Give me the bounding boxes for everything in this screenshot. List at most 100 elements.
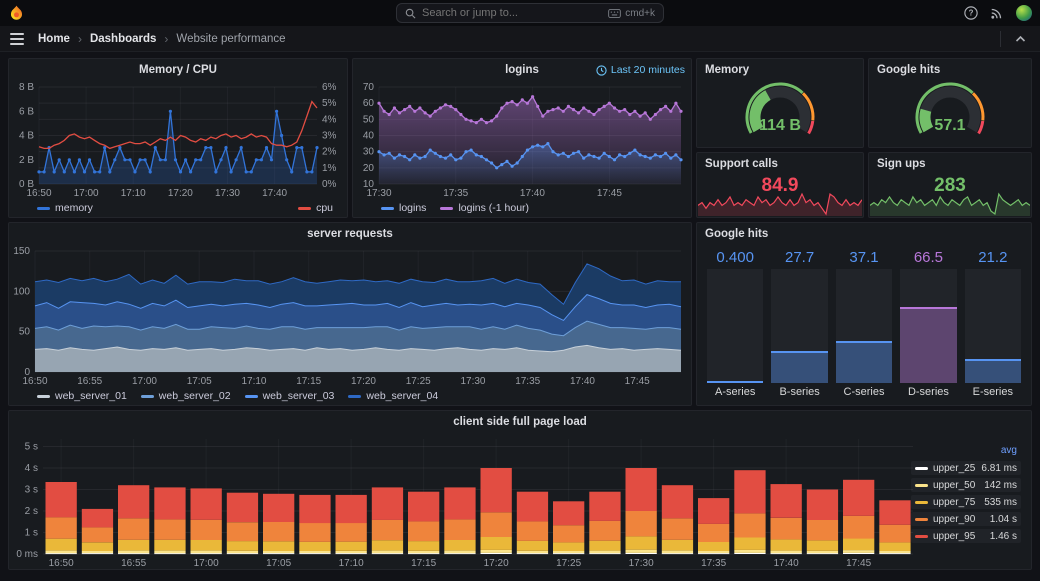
legend-item[interactable]: web_server_02 [140, 390, 231, 402]
svg-text:150: 150 [13, 246, 30, 257]
legend-item[interactable]: cpu [298, 202, 333, 214]
legend-item[interactable]: logins (-1 hour) [440, 202, 529, 214]
bar-gauge-value: 66.5 [913, 248, 944, 266]
bar-gauge-label: C-series [843, 386, 885, 398]
bar-gauge-track [900, 269, 957, 383]
legend-label: logins (-1 hour) [458, 202, 530, 214]
svg-text:2%: 2% [322, 147, 337, 158]
grafana-logo-icon[interactable] [9, 5, 24, 21]
legend-swatch [915, 483, 928, 487]
panel-title-logins[interactable]: logins Last 20 minutes [353, 59, 691, 81]
legend-label: web_server_02 [158, 390, 231, 402]
svg-text:17:05: 17:05 [266, 558, 291, 569]
legend-swatch [381, 206, 394, 210]
server-requests-legend: web_server_01 web_server_02 web_server_03 w… [9, 387, 691, 405]
svg-text:57.1: 57.1 [934, 117, 965, 134]
legend-label: logins [399, 202, 427, 214]
memory-cpu-chart: 0 B2 B4 B6 B8 B 0% 1% 2% 3% 4% 5% 6% 16:50 17:00 1… [9, 81, 347, 199]
panel-title-support-calls[interactable]: Support calls [697, 153, 863, 175]
legend-swatch [915, 466, 928, 470]
user-avatar[interactable] [1016, 5, 1032, 21]
svg-text:5%: 5% [322, 98, 337, 109]
bar-gauge-label: B-series [779, 386, 820, 398]
logins-chart: 10 20 30 40 50 60 70 17:30 17:35 17:40 17:45 [353, 81, 691, 199]
bar-gauge-column: 0.400 A-series [707, 245, 764, 401]
svg-text:17:20: 17:20 [168, 188, 193, 199]
svg-text:114 B: 114 B [759, 117, 801, 134]
svg-text:17:15: 17:15 [296, 376, 321, 387]
svg-text:30: 30 [363, 147, 375, 158]
bar-gauge-label: E-series [972, 386, 1013, 398]
legend-series-name: upper_95 [933, 530, 976, 542]
keyboard-icon [608, 8, 622, 18]
collapse-chevron-up-icon[interactable] [1015, 35, 1026, 43]
svg-text:40: 40 [363, 131, 375, 142]
legend-swatch [915, 500, 928, 504]
help-icon[interactable]: ? [964, 6, 978, 20]
svg-text:8 B: 8 B [19, 82, 34, 93]
panel-sign-ups: Sign ups 283 [868, 152, 1032, 218]
legend-row[interactable]: upper_50 142 ms [911, 478, 1021, 492]
legend-item[interactable]: memory [37, 202, 93, 214]
svg-text:0 ms: 0 ms [16, 549, 38, 560]
bar-gauge-column: 27.7 B-series [771, 245, 828, 401]
bar-gauge-fill [707, 381, 764, 383]
search-input[interactable]: cmd+k [396, 3, 664, 23]
search-field[interactable] [422, 7, 603, 19]
legend-row[interactable]: upper_90 1.04 s [911, 512, 1021, 526]
svg-text:17:30: 17:30 [629, 558, 654, 569]
svg-text:60: 60 [363, 98, 375, 109]
panel-title-sign-ups[interactable]: Sign ups [869, 153, 1031, 175]
panel-title-memory-cpu[interactable]: Memory / CPU [9, 59, 347, 81]
legend-row[interactable]: upper_25 6.81 ms [911, 461, 1021, 475]
svg-text:100: 100 [13, 286, 30, 297]
breadcrumb-dashboards[interactable]: Dashboards [90, 33, 156, 45]
legend-row[interactable]: upper_95 1.46 s [911, 529, 1021, 543]
legend-label: cpu [316, 202, 333, 214]
svg-text:?: ? [969, 9, 974, 18]
svg-text:17:45: 17:45 [846, 558, 871, 569]
legend-item[interactable]: logins [381, 202, 426, 214]
legend-swatch [348, 394, 362, 398]
news-icon[interactable] [990, 6, 1004, 20]
panel-time-range[interactable]: Last 20 minutes [596, 59, 685, 81]
legend-avg-value: 535 ms [984, 496, 1017, 508]
svg-text:17:45: 17:45 [597, 188, 622, 199]
breadcrumb-home[interactable]: Home [38, 33, 70, 45]
panel-title-memory[interactable]: Memory [697, 59, 863, 81]
bar-gauge-column: 37.1 C-series [835, 245, 893, 401]
panel-google-hits-gauge: Google hits 57.1 [868, 58, 1032, 148]
legend-avg-value: 1.46 s [989, 530, 1017, 542]
bar-gauge-value: 21.2 [978, 248, 1008, 266]
svg-text:17:10: 17:10 [241, 376, 266, 387]
menu-toggle-icon[interactable] [10, 32, 24, 45]
bar-gauge-value: 27.7 [785, 248, 815, 266]
panel-title-google-hits-bars[interactable]: Google hits [697, 223, 1031, 245]
panel-client-load: client side full page load 0 ms 1 s 2 s 3 s… [8, 410, 1032, 570]
panel-title-google-hits[interactable]: Google hits [869, 59, 1031, 81]
legend-swatch [915, 517, 928, 521]
legend-series-name: upper_75 [933, 496, 976, 508]
legend-swatch [37, 394, 50, 398]
legend-series-name: upper_25 [933, 462, 976, 474]
support-calls-value: 84.9 [761, 175, 799, 196]
breadcrumb-bar: Home › Dashboards › Website performance [0, 26, 1040, 52]
svg-text:16:50: 16:50 [26, 188, 51, 199]
svg-text:0%: 0% [322, 179, 337, 190]
legend-item[interactable]: web_server_04 [348, 390, 438, 402]
legend-swatch [915, 534, 928, 538]
svg-text:17:40: 17:40 [774, 558, 799, 569]
svg-text:17:05: 17:05 [187, 376, 212, 387]
legend-item[interactable]: web_server_03 [244, 390, 334, 402]
sign-ups-value: 283 [934, 175, 966, 196]
bar-gauge-column: 66.5 D-series [900, 245, 957, 401]
legend-item[interactable]: web_server_01 [37, 390, 127, 402]
panel-title-client-load[interactable]: client side full page load [9, 411, 1031, 433]
bar-gauge-column: 21.2 E-series [964, 245, 1022, 401]
legend-series-name: upper_50 [933, 479, 976, 491]
svg-text:2 s: 2 s [25, 506, 38, 517]
legend-row[interactable]: upper_75 535 ms [911, 495, 1021, 509]
svg-text:17:25: 17:25 [406, 376, 431, 387]
legend-swatch [37, 206, 50, 210]
panel-title-server-requests[interactable]: server requests [9, 223, 691, 245]
